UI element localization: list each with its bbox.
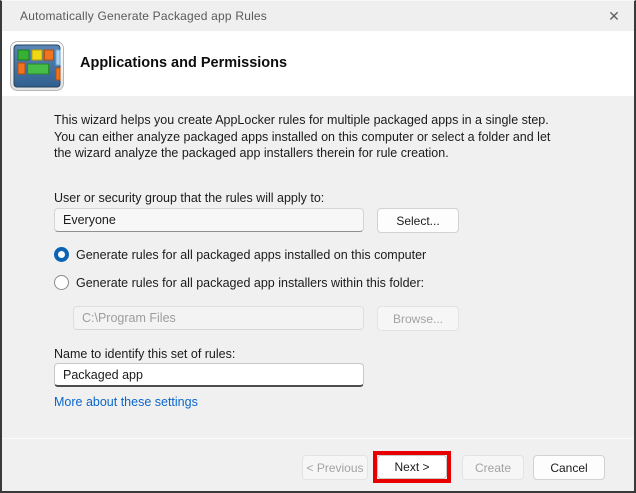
create-button: Create <box>462 455 524 480</box>
radio-installed[interactable] <box>54 247 69 262</box>
titlebar: Automatically Generate Packaged app Rule… <box>2 1 634 31</box>
wizard-dialog: Automatically Generate Packaged app Rule… <box>0 0 636 493</box>
more-about-settings-link[interactable]: More about these settings <box>54 395 198 409</box>
select-button[interactable]: Select... <box>377 208 459 233</box>
radio-installed-label[interactable]: Generate rules for all packaged apps ins… <box>76 248 426 262</box>
close-icon[interactable]: ✕ <box>598 1 630 31</box>
previous-button: < Previous <box>302 455 368 480</box>
option-installed-row: Generate rules for all packaged apps ins… <box>54 247 426 262</box>
option-folder-row: Generate rules for all packaged app inst… <box>54 275 424 290</box>
browse-button: Browse... <box>377 306 459 331</box>
wizard-header: Applications and Permissions <box>2 31 634 96</box>
intro-line: You can either analyze packaged apps ins… <box>54 129 551 144</box>
window-title: Automatically Generate Packaged app Rule… <box>20 9 268 23</box>
user-group-label: User or security group that the rules wi… <box>54 191 325 205</box>
next-button[interactable]: Next > <box>377 455 447 479</box>
user-group-field[interactable] <box>54 208 364 232</box>
intro-line: This wizard helps you create AppLocker r… <box>54 113 549 127</box>
radio-folder-label[interactable]: Generate rules for all packaged app inst… <box>76 276 424 290</box>
intro-text: This wizard helps you create AppLocker r… <box>54 112 550 162</box>
radio-folder[interactable] <box>54 275 69 290</box>
rule-name-field[interactable] <box>54 363 364 387</box>
intro-line: the wizard analyze the packaged app inst… <box>54 146 449 160</box>
rule-name-label: Name to identify this set of rules: <box>54 347 236 361</box>
footer-divider <box>2 438 634 439</box>
folder-path-field <box>73 306 364 330</box>
packaged-app-icon <box>10 41 64 96</box>
page-title: Applications and Permissions <box>80 55 288 71</box>
cancel-button[interactable]: Cancel <box>533 455 605 480</box>
